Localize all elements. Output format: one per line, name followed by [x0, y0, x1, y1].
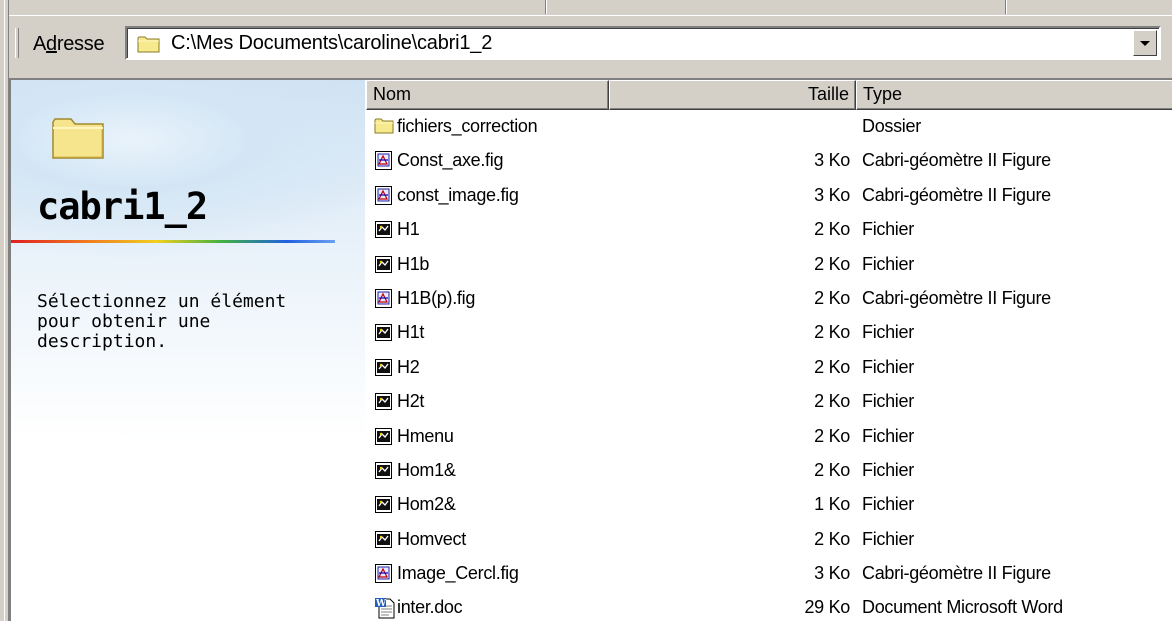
file-row[interactable]: H1b 2 Ko Fichier: [366, 248, 1172, 282]
file-type: Document Microsoft Word: [862, 597, 1063, 618]
file-type: Fichier: [862, 494, 914, 515]
toolbar-separator: [1005, 0, 1007, 14]
file-list: Nom Taille Type fichiers_correction Dossi…: [366, 80, 1172, 621]
file-type: Cabri-géomètre II Figure: [862, 150, 1051, 171]
cabri-figure-icon: [374, 150, 394, 172]
file-size: 29 Ko: [804, 597, 850, 618]
file-name: Hmenu: [397, 425, 454, 446]
file-row[interactable]: Hom2& 1 Ko Fichier: [366, 488, 1172, 522]
generic-file-icon: [374, 529, 394, 551]
address-bar-grip[interactable]: [15, 28, 19, 58]
file-type: Fichier: [862, 219, 914, 240]
cabri-figure-icon: [374, 288, 394, 310]
file-row[interactable]: Winter.doc 29 Ko Document Microsoft Word: [366, 591, 1172, 621]
file-size: 3 Ko: [814, 563, 850, 584]
selection-description: Sélectionnez un élément pour obtenir une…: [37, 291, 287, 352]
large-folder-icon: [51, 114, 105, 165]
file-size: 2 Ko: [814, 391, 850, 412]
file-name: const_image.fig: [397, 184, 519, 205]
cabri-figure-icon: [374, 185, 394, 207]
file-row[interactable]: Image_Cercl.fig 3 Ko Cabri-géomètre II Fig…: [366, 557, 1172, 591]
file-size: 2 Ko: [814, 528, 850, 549]
file-size: 2 Ko: [814, 322, 850, 343]
word-document-icon: W: [374, 597, 395, 619]
file-row[interactable]: Hmenu 2 Ko Fichier: [366, 420, 1172, 454]
column-header-name[interactable]: Nom: [366, 80, 609, 110]
folder-icon: [374, 116, 394, 138]
file-type: Fichier: [862, 391, 914, 412]
cabri-figure-icon: [374, 563, 394, 585]
generic-file-icon: [374, 391, 394, 413]
file-name: fichiers_correction: [397, 116, 538, 136]
file-size: 3 Ko: [814, 150, 850, 171]
file-size: 2 Ko: [814, 356, 850, 377]
generic-file-icon: [374, 322, 394, 344]
file-type: Fichier: [862, 528, 914, 549]
file-size: 1 Ko: [814, 494, 850, 515]
file-row[interactable]: H1 2 Ko Fichier: [366, 213, 1172, 247]
file-type: Fichier: [862, 356, 914, 377]
file-name: H2t: [397, 391, 425, 412]
address-label: Adresse: [33, 33, 105, 56]
file-size: 2 Ko: [814, 459, 850, 480]
file-row[interactable]: H1B(p).fig 2 Ko Cabri-géomètre II Figure: [366, 282, 1172, 316]
file-type: Dossier: [862, 116, 921, 136]
file-name: H1B(p).fig: [397, 287, 476, 308]
file-type: Fichier: [862, 425, 914, 446]
file-name: Image_Cercl.fig: [397, 563, 519, 584]
file-type: Cabri-géomètre II Figure: [862, 184, 1051, 205]
file-size: 2 Ko: [814, 425, 850, 446]
generic-file-icon: [374, 254, 394, 276]
file-size: 2 Ko: [814, 219, 850, 240]
column-header-size[interactable]: Taille: [609, 80, 856, 110]
file-row[interactable]: Const_axe.fig 3 Ko Cabri-géomètre II Figur…: [366, 144, 1172, 178]
address-label-text: Adresse: [33, 33, 105, 55]
generic-file-icon: [374, 357, 394, 379]
file-name: H1t: [397, 322, 425, 343]
address-path: C:\Mes Documents\caroline\cabri1_2: [171, 32, 493, 54]
generic-file-icon: [374, 460, 394, 482]
file-row[interactable]: H2 2 Ko Fichier: [366, 351, 1172, 385]
window-left-edge: [0, 0, 9, 621]
file-row[interactable]: H1t 2 Ko Fichier: [366, 316, 1172, 350]
file-name: Hom1&: [397, 459, 456, 480]
file-type: Fichier: [862, 459, 914, 480]
folder-icon: [137, 34, 161, 59]
file-row[interactable]: Hom1& 2 Ko Fichier: [366, 454, 1172, 488]
generic-file-icon: [374, 494, 394, 516]
generic-file-icon: [374, 426, 394, 448]
explorer-main-pane: cabri1_2 Sélectionnez un élément pour ob…: [9, 78, 1172, 621]
file-name: H2: [397, 356, 420, 377]
toolbar-strip: [0, 0, 1172, 16]
file-type: Cabri-géomètre II Figure: [862, 287, 1051, 308]
web-view-panel: cabri1_2 Sélectionnez un élément pour ob…: [11, 80, 365, 621]
column-header-type[interactable]: Type: [856, 80, 1172, 110]
file-row[interactable]: H2t 2 Ko Fichier: [366, 385, 1172, 419]
file-name: Hom2&: [397, 494, 456, 515]
file-size: 2 Ko: [814, 287, 850, 308]
address-field[interactable]: C:\Mes Documents\caroline\cabri1_2: [125, 26, 1161, 60]
address-dropdown-button[interactable]: [1133, 30, 1157, 56]
column-headers: Nom Taille Type: [366, 80, 1172, 110]
toolbar-separator: [545, 0, 547, 14]
file-row[interactable]: fichiers_correction Dossier: [366, 110, 1172, 144]
file-size: 3 Ko: [814, 184, 850, 205]
generic-file-icon: [374, 219, 394, 241]
svg-text:W: W: [375, 599, 387, 609]
file-row[interactable]: Homvect 2 Ko Fichier: [366, 523, 1172, 557]
file-size: 2 Ko: [814, 253, 850, 274]
file-row[interactable]: const_image.fig 3 Ko Cabri-géomètre II Fig…: [366, 179, 1172, 213]
address-bar: Adresse C:\Mes Documents\caroline\cabri1…: [9, 18, 1172, 78]
folder-title: cabri1_2: [37, 185, 208, 228]
file-type: Fichier: [862, 322, 914, 343]
file-name: Const_axe.fig: [397, 150, 504, 171]
file-name: H1b: [397, 253, 430, 274]
file-name: inter.doc: [397, 597, 463, 618]
file-rows: fichiers_correction Dossier Const_axe.fig 3…: [366, 110, 1172, 621]
file-type: Fichier: [862, 253, 914, 274]
file-type: Cabri-géomètre II Figure: [862, 563, 1051, 584]
title-divider: [11, 240, 335, 243]
file-name: H1: [397, 219, 420, 240]
file-name: Homvect: [397, 528, 466, 549]
